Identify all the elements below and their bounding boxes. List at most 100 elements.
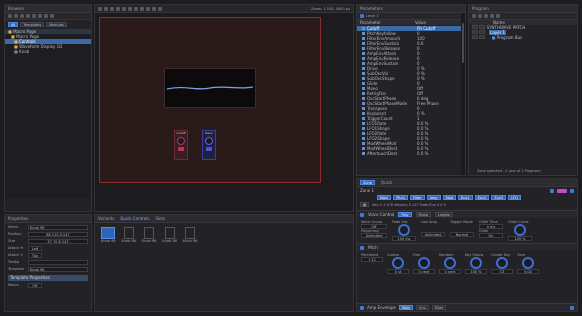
lock-icon[interactable]	[158, 6, 162, 11]
zone-btn-amp[interactable]: Amp	[426, 195, 441, 200]
paste-icon[interactable]	[38, 14, 42, 18]
folder-icon[interactable]	[14, 14, 18, 18]
filter-icon[interactable]	[496, 14, 500, 18]
template-field[interactable]: Knob 98	[28, 267, 88, 272]
trigger-mode-field[interactable]: Normal	[450, 232, 474, 237]
template-properties-header[interactable]: Template Properties	[8, 275, 88, 281]
voice-tab-mono[interactable]: Mono	[415, 212, 432, 217]
zone-link-icon[interactable]	[570, 188, 574, 193]
down-icon[interactable]	[490, 14, 494, 18]
pitchbend-field[interactable]: +12	[361, 257, 383, 262]
align-center-icon[interactable]	[128, 6, 132, 11]
parameter-row[interactable]: AftertouchDest 0.0 %	[357, 151, 461, 156]
waveform-display[interactable]	[164, 68, 256, 108]
reso-knob-widget[interactable]: Reso	[202, 130, 216, 160]
group-icon[interactable]	[146, 6, 150, 11]
coarse-knob[interactable]	[392, 257, 404, 269]
canvas-area: Cutoff Reso	[99, 17, 321, 183]
zone-btn-env2[interactable]: Env2	[474, 195, 490, 200]
key-follow-knob[interactable]	[470, 257, 482, 269]
add-icon[interactable]	[472, 14, 476, 18]
name-field[interactable]: Knob 98	[28, 225, 88, 230]
grid-icon[interactable]	[50, 14, 54, 18]
zone-gear-icon[interactable]	[550, 188, 554, 193]
bottom-tab-env[interactable]: Env	[416, 305, 429, 310]
align-left-icon[interactable]	[122, 6, 126, 11]
center-key-knob[interactable]	[496, 257, 508, 269]
amp-env-toggle-icon[interactable]	[360, 305, 364, 310]
variant-item[interactable]: Knob 98	[121, 227, 136, 243]
variant-item[interactable]: Knob 98	[142, 227, 156, 243]
tab-quick[interactable]: Quick	[381, 180, 392, 185]
delete-icon[interactable]	[44, 14, 48, 18]
tune-knob[interactable]	[522, 257, 534, 269]
tree-item-knob[interactable]: ■ Knob	[5, 49, 91, 54]
cut-icon[interactable]	[26, 14, 30, 18]
bottom-tab-filter[interactable]: Filter	[431, 305, 447, 310]
tab-slots[interactable]: Slots	[155, 216, 165, 221]
cutoff-knob-widget[interactable]: Cutoff	[174, 130, 188, 160]
variants-panel: Variants Quick Controls Slots Knob 98 Kn…	[94, 214, 354, 312]
ungroup-icon[interactable]	[152, 6, 156, 11]
variant-item[interactable]: Knob 98	[162, 227, 177, 243]
redo-icon[interactable]	[116, 6, 120, 11]
tab-templates[interactable]: Templates	[20, 22, 45, 27]
undo-icon[interactable]	[110, 6, 114, 11]
select-tool-icon[interactable]	[98, 6, 102, 11]
random-knob[interactable]	[444, 257, 456, 269]
zone-btn-main[interactable]: Main	[377, 195, 392, 200]
zone-color-icon[interactable]	[557, 188, 567, 193]
tab-variants[interactable]: Variants	[98, 216, 114, 221]
zone-btn-lfo[interactable]: LFO	[508, 195, 521, 200]
up-icon[interactable]	[484, 14, 488, 18]
parameter-name: AftertouchDest	[367, 151, 398, 156]
pitch-toggle-icon[interactable]	[360, 245, 364, 250]
size-field[interactable]: 37 70 8 247	[28, 239, 88, 244]
parameter-value[interactable]: 0.0 %	[417, 151, 428, 156]
prop-position-row: Position 88 110 9 247	[8, 232, 88, 237]
zone-btn-env3[interactable]: Env3	[491, 195, 507, 200]
fade-out-knob[interactable]	[398, 224, 410, 236]
align-right-icon[interactable]	[134, 6, 138, 11]
tab-zone[interactable]: Zone	[360, 180, 375, 185]
new-icon[interactable]	[8, 14, 12, 18]
bottom-tab-main[interactable]: Main	[398, 305, 414, 310]
attach-v-field[interactable]: Top	[28, 253, 42, 258]
macro-field[interactable]: Off	[28, 283, 42, 288]
variant-thumb-icon	[123, 227, 134, 239]
zone-key-icon[interactable]: ▦	[360, 202, 370, 207]
zone-btn-mod[interactable]: Mod	[442, 195, 456, 200]
zone-btn-pitch[interactable]: Pitch	[393, 195, 408, 200]
tab-modules[interactable]: Modules	[46, 22, 67, 27]
tab-quick-controls[interactable]: Quick Controls	[120, 216, 149, 221]
fine-knob[interactable]	[418, 257, 430, 269]
copy-icon[interactable]	[32, 14, 36, 18]
polyphony-field[interactable]: Unlimited	[361, 233, 387, 238]
variant-item[interactable]: Knob 98	[183, 227, 197, 243]
zone-btn-filter[interactable]: Filter	[409, 195, 425, 200]
glide-curve-knob[interactable]	[514, 224, 526, 236]
voice-tab-poly[interactable]: Poly	[398, 212, 412, 217]
low-amp-field[interactable]: Unlimited	[421, 232, 445, 237]
parameters-scrollbar[interactable]	[461, 13, 465, 175]
parameter-value[interactable]: Free Phase	[417, 101, 439, 106]
program-item-bus[interactable]: ■ Program Bus	[469, 35, 577, 40]
voice-control-toggle-icon[interactable]	[360, 212, 364, 217]
move-tool-icon[interactable]	[104, 6, 108, 11]
glide-toggle[interactable]: On	[479, 233, 503, 238]
save-icon[interactable]	[20, 14, 24, 18]
parameters-tab[interactable]: Level 1	[366, 14, 379, 18]
remove-icon[interactable]	[478, 14, 482, 18]
expand-icon[interactable]	[570, 305, 574, 310]
prop-attach-v-row: Attach V Top	[8, 253, 88, 258]
tab-all[interactable]: All	[8, 22, 19, 27]
cutoff-knob-icon	[177, 137, 185, 145]
attach-h-field[interactable]: Left	[28, 246, 42, 251]
voice-tab-legato[interactable]: Legato	[435, 212, 453, 217]
tooltip-field[interactable]	[28, 260, 88, 265]
zone-btn-env1[interactable]: Env1	[457, 195, 473, 200]
layer-icon[interactable]	[360, 14, 364, 18]
position-field[interactable]: 88 110 9 247	[28, 232, 88, 237]
distribute-icon[interactable]	[140, 6, 144, 11]
variant-item[interactable]: Knob 98	[101, 227, 115, 243]
